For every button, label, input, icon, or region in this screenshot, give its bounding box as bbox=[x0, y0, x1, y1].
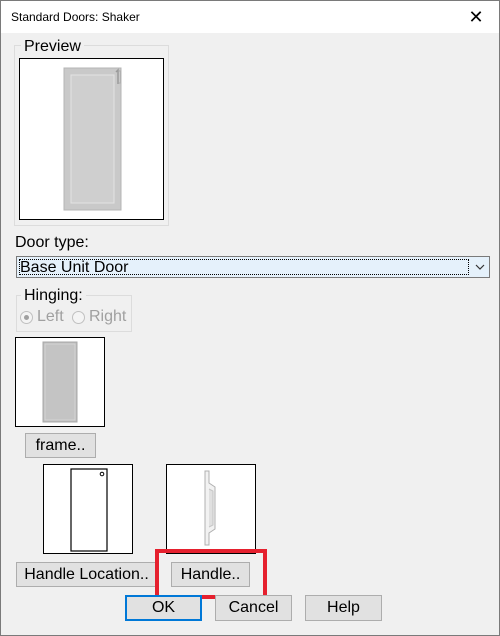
chevron-down-icon[interactable] bbox=[471, 257, 489, 277]
dialog-window: Standard Doors: Shaker ✕ Preview Door ty… bbox=[0, 0, 500, 636]
hinging-legend: Hinging: bbox=[21, 287, 86, 305]
door-preview-image bbox=[19, 58, 164, 220]
frame-drawing bbox=[42, 341, 78, 423]
handle-image bbox=[166, 464, 256, 554]
window-title: Standard Doors: Shaker bbox=[11, 10, 140, 24]
ok-button[interactable]: OK bbox=[125, 595, 202, 621]
frame-preview-image bbox=[15, 337, 105, 427]
door-type-label: Door type: bbox=[15, 234, 89, 251]
hinge-right-option[interactable]: Right bbox=[72, 308, 126, 326]
radio-right[interactable] bbox=[72, 310, 85, 324]
close-icon[interactable]: ✕ bbox=[453, 1, 499, 33]
hinge-right-label: Right bbox=[89, 308, 127, 325]
radio-left[interactable] bbox=[20, 310, 33, 324]
frame-button[interactable]: frame.. bbox=[25, 433, 96, 458]
focus-rect bbox=[19, 259, 469, 275]
preview-legend: Preview bbox=[21, 38, 84, 56]
help-button[interactable]: Help bbox=[305, 595, 382, 621]
hinge-left-label: Left bbox=[37, 308, 64, 325]
handle-location-drawing bbox=[70, 468, 108, 552]
title-bar: Standard Doors: Shaker ✕ bbox=[1, 1, 499, 33]
door-type-select[interactable]: Base Unit Door bbox=[16, 256, 490, 278]
handle-location-image bbox=[43, 464, 133, 554]
door-preview-drawing bbox=[63, 67, 122, 211]
handle-location-button[interactable]: Handle Location.. bbox=[16, 562, 157, 587]
highlight-annotation bbox=[155, 549, 267, 599]
cancel-button[interactable]: Cancel bbox=[215, 595, 292, 621]
hinge-left-option[interactable]: Left bbox=[20, 308, 64, 326]
handle-drawing bbox=[204, 470, 216, 546]
